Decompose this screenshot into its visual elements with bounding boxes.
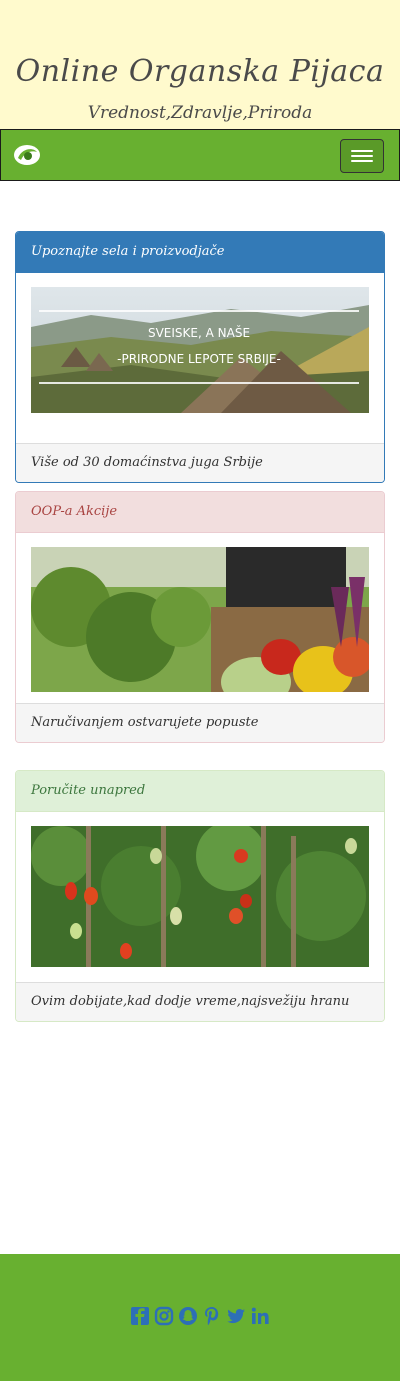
banner-text-line1: SVEISKE, A NAŠE <box>148 325 250 340</box>
facebook-icon[interactable] <box>130 1305 150 1327</box>
vegetables-basket-image <box>31 547 369 692</box>
card-footer: Više od 30 domaćinstva juga Srbije <box>16 443 384 482</box>
card-promotions: OOP-a Akcije Naručivanjem ostvarujete po… <box>15 491 385 743</box>
snapchat-icon[interactable] <box>178 1305 198 1327</box>
card-heading: Poručite unapred <box>16 771 384 812</box>
card-footer: Naručivanjem ostvarujete popuste <box>16 703 384 742</box>
linkedin-icon[interactable] <box>250 1305 270 1327</box>
card-heading: Upoznajte sela i proizvodjače <box>16 232 384 273</box>
leaf-logo-icon[interactable] <box>13 144 41 166</box>
site-title: Online Organska Pijaca <box>15 54 385 89</box>
instagram-icon[interactable] <box>154 1305 174 1327</box>
village-landscape-image: SVEISKE, A NAŠE -PRIRODNE LEPOTE SRBIJE- <box>31 287 369 413</box>
pinterest-icon[interactable] <box>202 1305 222 1327</box>
card-body: SVEISKE, A NAŠE -PRIRODNE LEPOTE SRBIJE- <box>16 273 384 443</box>
header-jumbotron: Online Organska Pijaca Vrednost,Zdravlje… <box>0 0 400 129</box>
site-subtitle: Vrednost,Zdravlje,Priroda <box>87 103 313 123</box>
card-body <box>16 533 384 703</box>
card-body <box>16 812 384 982</box>
twitter-icon[interactable] <box>226 1305 246 1327</box>
social-links <box>130 1305 270 1327</box>
navbar <box>0 129 400 181</box>
card-heading: OOP-a Akcije <box>16 492 384 533</box>
card-footer: Ovim dobijate,kad dodje vreme,najsvežiju… <box>16 982 384 1021</box>
tomato-garden-image <box>31 826 369 967</box>
card-villages: Upoznajte sela i proizvodjače SVEISKE, A… <box>15 231 385 483</box>
banner-text-line2: -PRIRODNE LEPOTE SRBIJE- <box>117 352 281 366</box>
footer <box>0 1254 400 1381</box>
hamburger-menu-icon[interactable] <box>340 139 384 173</box>
card-preorder: Poručite unapred Ovim dobijate,kad dodje… <box>15 770 385 1022</box>
